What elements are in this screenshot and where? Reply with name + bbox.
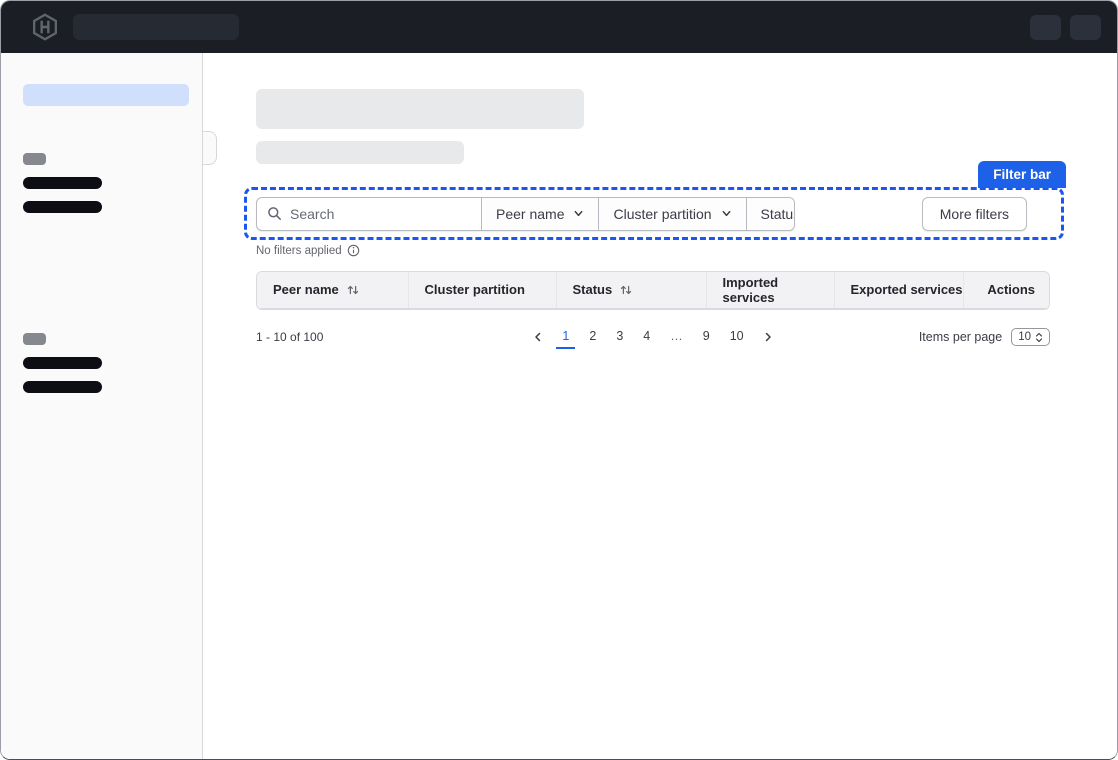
chevron-down-icon (721, 208, 732, 219)
chevron-right-icon (762, 331, 774, 343)
sort-icon (346, 283, 360, 297)
nav-pill-skeleton (1030, 15, 1061, 40)
sidebar-collapse-handle[interactable] (203, 131, 217, 165)
column-header-cluster-partition: Cluster partition (408, 272, 556, 308)
page-subtitle-skeleton (256, 141, 464, 164)
column-header-exported-services: Exported services (834, 272, 963, 308)
pagination-page-10[interactable]: 10 (724, 326, 750, 349)
filter-bar-annotation: Filter bar Peer nameCluster partitionSta… (244, 187, 1064, 240)
up-down-caret-icon (1035, 332, 1043, 343)
sidebar-item-skeleton (23, 201, 102, 213)
filter-bar-annotation-label: Filter bar (978, 161, 1066, 188)
column-header-peer-name[interactable]: Peer name (257, 272, 408, 308)
chevron-left-icon (532, 331, 544, 343)
column-header-actions: Actions (963, 272, 1050, 308)
page-title-skeleton (256, 89, 584, 129)
pagination-page-1[interactable]: 1 (556, 326, 575, 349)
pagination-ellipsis: … (664, 326, 689, 349)
sidebar-active-item-skeleton (23, 84, 189, 106)
column-header-label: Actions (987, 282, 1035, 297)
filter-dropdown-group: Peer name Cluster partition Status (481, 198, 795, 230)
nav-search-skeleton (73, 14, 239, 40)
sort-icon (619, 283, 633, 297)
result-range-text: 1 - 10 of 100 (256, 330, 528, 344)
main-content: Filter bar Peer name Cluster partition Sta… (203, 53, 1117, 760)
filter-dropdown-status[interactable]: Status (746, 198, 795, 230)
pagination-page-4[interactable]: 4 (637, 326, 656, 349)
dropdown-label: Cluster partition (613, 206, 711, 222)
column-header-label: Cluster partition (425, 282, 525, 297)
items-per-page-select[interactable]: 10 (1011, 328, 1050, 346)
nav-pill-skeleton (1070, 15, 1101, 40)
app-window: Filter bar Peer name Cluster partition Sta… (0, 0, 1118, 760)
table-header-row: Peer name Cluster partition Status Imported… (257, 272, 1050, 308)
table-footer: 1 - 10 of 100 1234 … 9 10 Items per page 10 (256, 326, 1050, 349)
filter-dropdown-peer-name[interactable]: Peer name (481, 198, 598, 230)
column-header-imported-services: Imported services (706, 272, 834, 308)
items-per-page-label: Items per page (919, 330, 1002, 344)
sidebar-item-skeleton (23, 381, 102, 393)
no-filters-text: No filters applied (256, 245, 342, 257)
sidebar-item-skeleton (23, 357, 102, 369)
pagination: 1234 … 9 10 (528, 326, 777, 349)
filter-control-group: Peer name Cluster partition Status (256, 197, 795, 231)
filter-bar: Peer name Cluster partition Status More fi… (244, 187, 1064, 240)
pagination-page-3[interactable]: 3 (610, 326, 629, 349)
pagination-page-9[interactable]: 9 (697, 326, 716, 349)
sidebar-section-label-skeleton (23, 333, 46, 345)
column-header-label: Imported services (723, 275, 779, 305)
chevron-down-icon (573, 208, 584, 219)
peers-table: Peer name Cluster partition Status Imported… (256, 271, 1050, 310)
pagination-page-2[interactable]: 2 (583, 326, 602, 349)
pagination-next-button[interactable] (758, 329, 778, 345)
column-header-status[interactable]: Status (556, 272, 706, 308)
more-filters-button[interactable]: More filters (922, 197, 1027, 231)
sidebar (1, 53, 203, 760)
filter-dropdown-cluster-partition[interactable]: Cluster partition (598, 198, 745, 230)
sidebar-item-skeleton (23, 177, 102, 189)
top-nav (1, 1, 1117, 53)
column-header-label: Exported services (851, 282, 963, 297)
search-icon (267, 206, 282, 221)
info-icon[interactable] (347, 244, 360, 257)
search-field[interactable] (257, 198, 481, 230)
search-input[interactable] (290, 206, 471, 222)
sidebar-section-label-skeleton (23, 153, 46, 165)
pagination-prev-button[interactable] (528, 329, 548, 345)
hashicorp-logo-icon (31, 13, 59, 41)
column-header-label: Status (573, 282, 613, 297)
pagination-pages: 1234 … 9 10 (556, 326, 749, 349)
column-header-label: Peer name (273, 282, 339, 297)
dropdown-label: Peer name (496, 206, 564, 222)
dropdown-label: Status (761, 206, 795, 222)
